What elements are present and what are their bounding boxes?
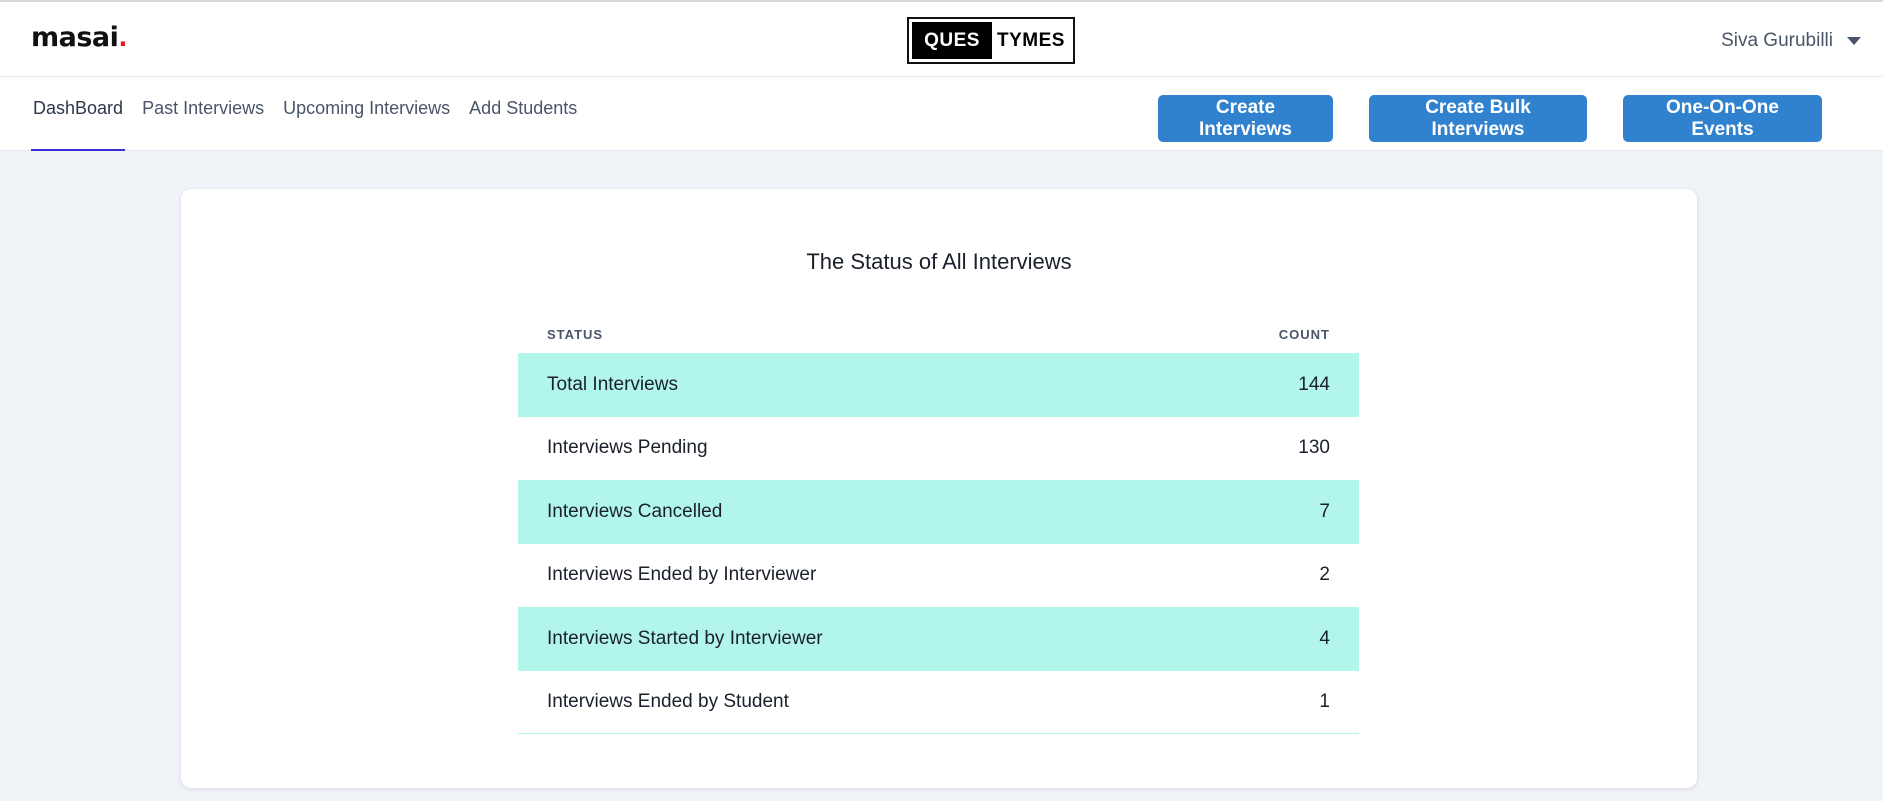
masai-logo[interactable]: masai. <box>31 22 128 53</box>
row-status: Total Interviews <box>547 373 678 395</box>
table-row: Interviews Pending 130 <box>518 417 1359 481</box>
tab-past-interviews[interactable]: Past Interviews <box>140 77 266 151</box>
user-menu[interactable]: Siva Gurubilli <box>1721 30 1861 52</box>
nav-tabs: DashBoard Past Interviews Upcoming Inter… <box>31 77 594 151</box>
table-row: Interviews Ended by Student 1 <box>518 671 1359 734</box>
logo-dot: . <box>118 24 128 52</box>
logo-text: masai <box>31 22 119 53</box>
brand-left-text: QUES <box>912 22 992 59</box>
table-row: Interviews Started by Interviewer 4 <box>518 607 1359 671</box>
table-header: STATUS COUNT <box>518 315 1359 353</box>
card-title: The Status of All Interviews <box>806 249 1072 274</box>
row-count: 4 <box>1319 627 1330 649</box>
one-on-one-events-button[interactable]: One-On-One Events <box>1623 95 1822 142</box>
row-status: Interviews Started by Interviewer <box>547 627 823 649</box>
row-count: 144 <box>1298 373 1330 395</box>
top-header: masai. QUES TYMES Siva Gurubilli <box>0 0 1883 77</box>
row-count: 7 <box>1319 500 1330 522</box>
table-row: Interviews Cancelled 7 <box>518 480 1359 544</box>
user-name: Siva Gurubilli <box>1721 30 1833 51</box>
row-status: Interviews Ended by Student <box>547 690 789 712</box>
status-table: STATUS COUNT Total Interviews 144 Interv… <box>518 315 1359 734</box>
tab-upcoming-interviews[interactable]: Upcoming Interviews <box>281 77 452 151</box>
tab-dashboard[interactable]: DashBoard <box>31 77 126 151</box>
row-count: 2 <box>1319 564 1330 586</box>
column-header-count: COUNT <box>1278 326 1330 342</box>
questymes-logo: QUES TYMES <box>907 17 1075 64</box>
chevron-down-icon <box>1847 37 1861 45</box>
status-card: The Status of All Interviews STATUS COUN… <box>181 189 1697 788</box>
nav-bar: DashBoard Past Interviews Upcoming Inter… <box>0 77 1883 151</box>
row-count: 130 <box>1298 437 1330 459</box>
row-status: Interviews Cancelled <box>547 500 723 522</box>
create-bulk-interviews-button[interactable]: Create Bulk Interviews <box>1369 95 1587 142</box>
create-interviews-button[interactable]: Create Interviews <box>1158 95 1333 142</box>
brand-right-text: TYMES <box>997 29 1065 51</box>
row-count: 1 <box>1319 690 1330 712</box>
table-row: Total Interviews 144 <box>518 353 1359 417</box>
row-status: Interviews Pending <box>547 437 708 459</box>
table-row: Interviews Ended by Interviewer 2 <box>518 544 1359 608</box>
column-header-status: STATUS <box>547 326 604 342</box>
row-status: Interviews Ended by Interviewer <box>547 564 817 586</box>
tab-add-students[interactable]: Add Students <box>467 77 579 151</box>
